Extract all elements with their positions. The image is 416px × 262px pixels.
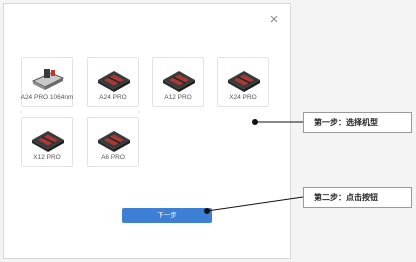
callout-line-step2 bbox=[206, 196, 304, 212]
callout-step1: 第一步：选择机型 bbox=[303, 112, 412, 133]
callout-step2: 第二步：点击按钮 bbox=[303, 187, 412, 208]
